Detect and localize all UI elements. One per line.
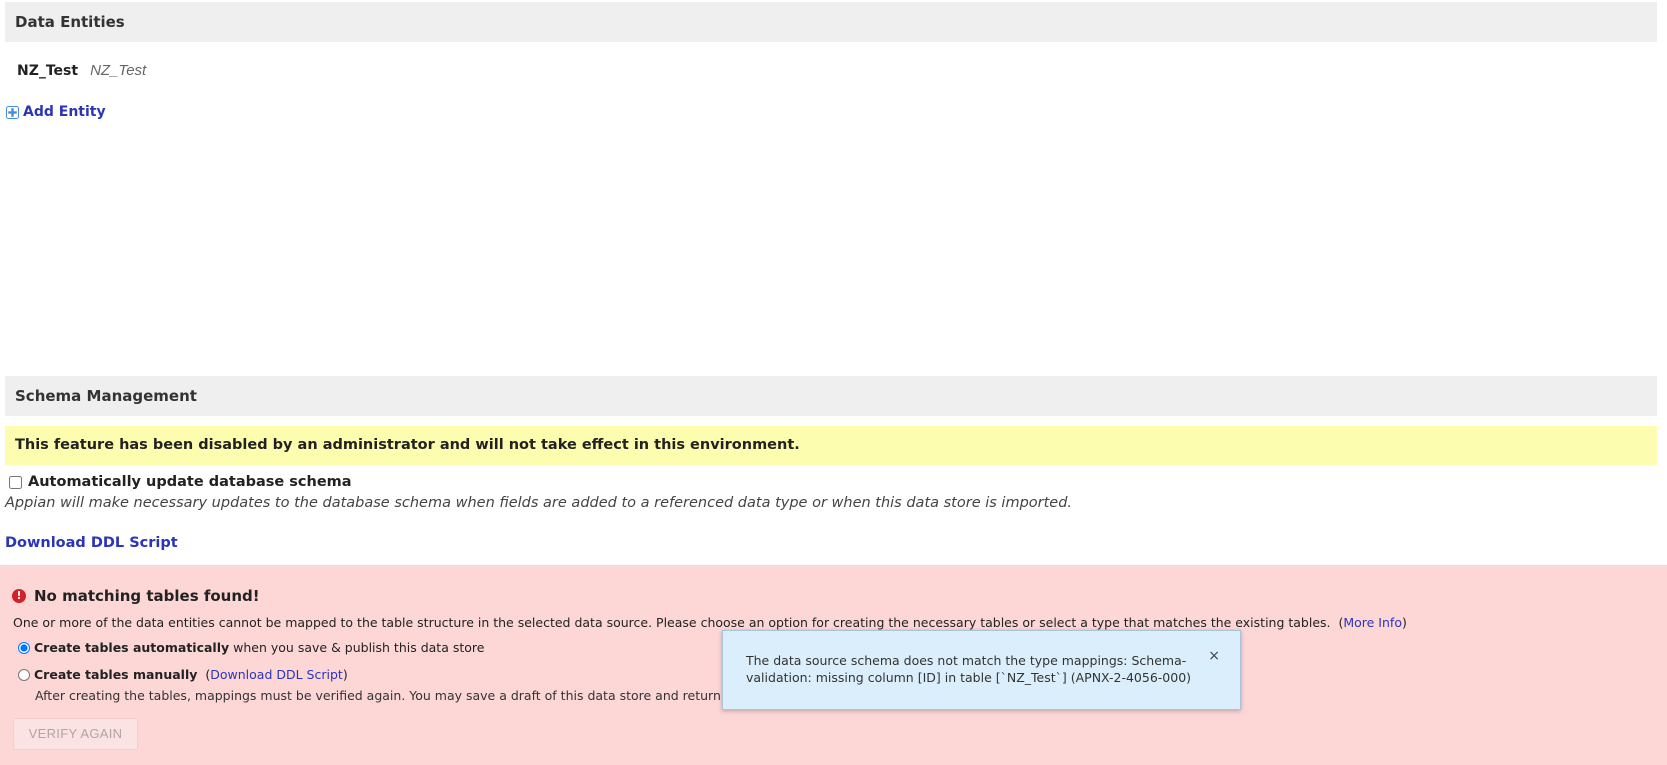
- schema-validation-message: The data source schema does not match th…: [746, 653, 1192, 685]
- auto-update-schema-label: Automatically update database schema: [28, 474, 352, 490]
- create-tables-automatically-label: Create tables automatically: [34, 640, 230, 655]
- schema-management-header: Schema Management: [5, 376, 1657, 416]
- entity-row[interactable]: NZ_Test NZ_Test: [17, 62, 146, 79]
- entity-description: NZ_Test: [90, 62, 147, 79]
- error-title: ! No matching tables found!: [12, 587, 260, 605]
- create-tables-automatically-detail: when you save & publish this data store: [233, 640, 485, 655]
- manual-download-ddl-link[interactable]: Download DDL Script: [210, 667, 343, 682]
- create-tables-manually-option[interactable]: Create tables manually (Download DDL Scr…: [18, 667, 348, 682]
- plus-circle-icon: [6, 105, 19, 119]
- manual-ddl-wrapper: (Download DDL Script): [201, 667, 348, 682]
- auto-update-schema-checkbox[interactable]: [9, 475, 22, 489]
- create-tables-automatically-radio[interactable]: [18, 641, 30, 654]
- manual-creation-note: After creating the tables, mappings must…: [35, 688, 725, 703]
- download-ddl-script-link[interactable]: Download DDL Script: [5, 535, 178, 551]
- add-entity-label: Add Entity: [23, 104, 106, 120]
- more-info-link[interactable]: More Info: [1343, 615, 1402, 630]
- error-message-text: One or more of the data entities cannot …: [13, 615, 1331, 630]
- exclamation-circle-icon: !: [12, 589, 26, 603]
- data-entities-header: Data Entities: [5, 2, 1657, 42]
- create-tables-manually-radio[interactable]: [18, 668, 30, 681]
- error-message: One or more of the data entities cannot …: [13, 615, 1407, 630]
- verify-again-button[interactable]: VERIFY AGAIN: [13, 718, 138, 750]
- disabled-feature-notice: This feature has been disabled by an adm…: [5, 426, 1657, 465]
- create-tables-automatically-option[interactable]: Create tables automatically when you sav…: [18, 640, 484, 655]
- create-tables-manually-label: Create tables manually: [34, 667, 198, 682]
- close-icon[interactable]: ×: [1208, 648, 1220, 664]
- add-entity-link[interactable]: Add Entity: [6, 104, 106, 120]
- auto-update-description: Appian will make necessary updates to th…: [5, 495, 1073, 511]
- schema-validation-popup: The data source schema does not match th…: [722, 630, 1241, 710]
- entity-name[interactable]: NZ_Test: [17, 63, 78, 79]
- error-title-text: No matching tables found!: [34, 587, 260, 605]
- auto-update-schema-option[interactable]: Automatically update database schema: [9, 474, 352, 490]
